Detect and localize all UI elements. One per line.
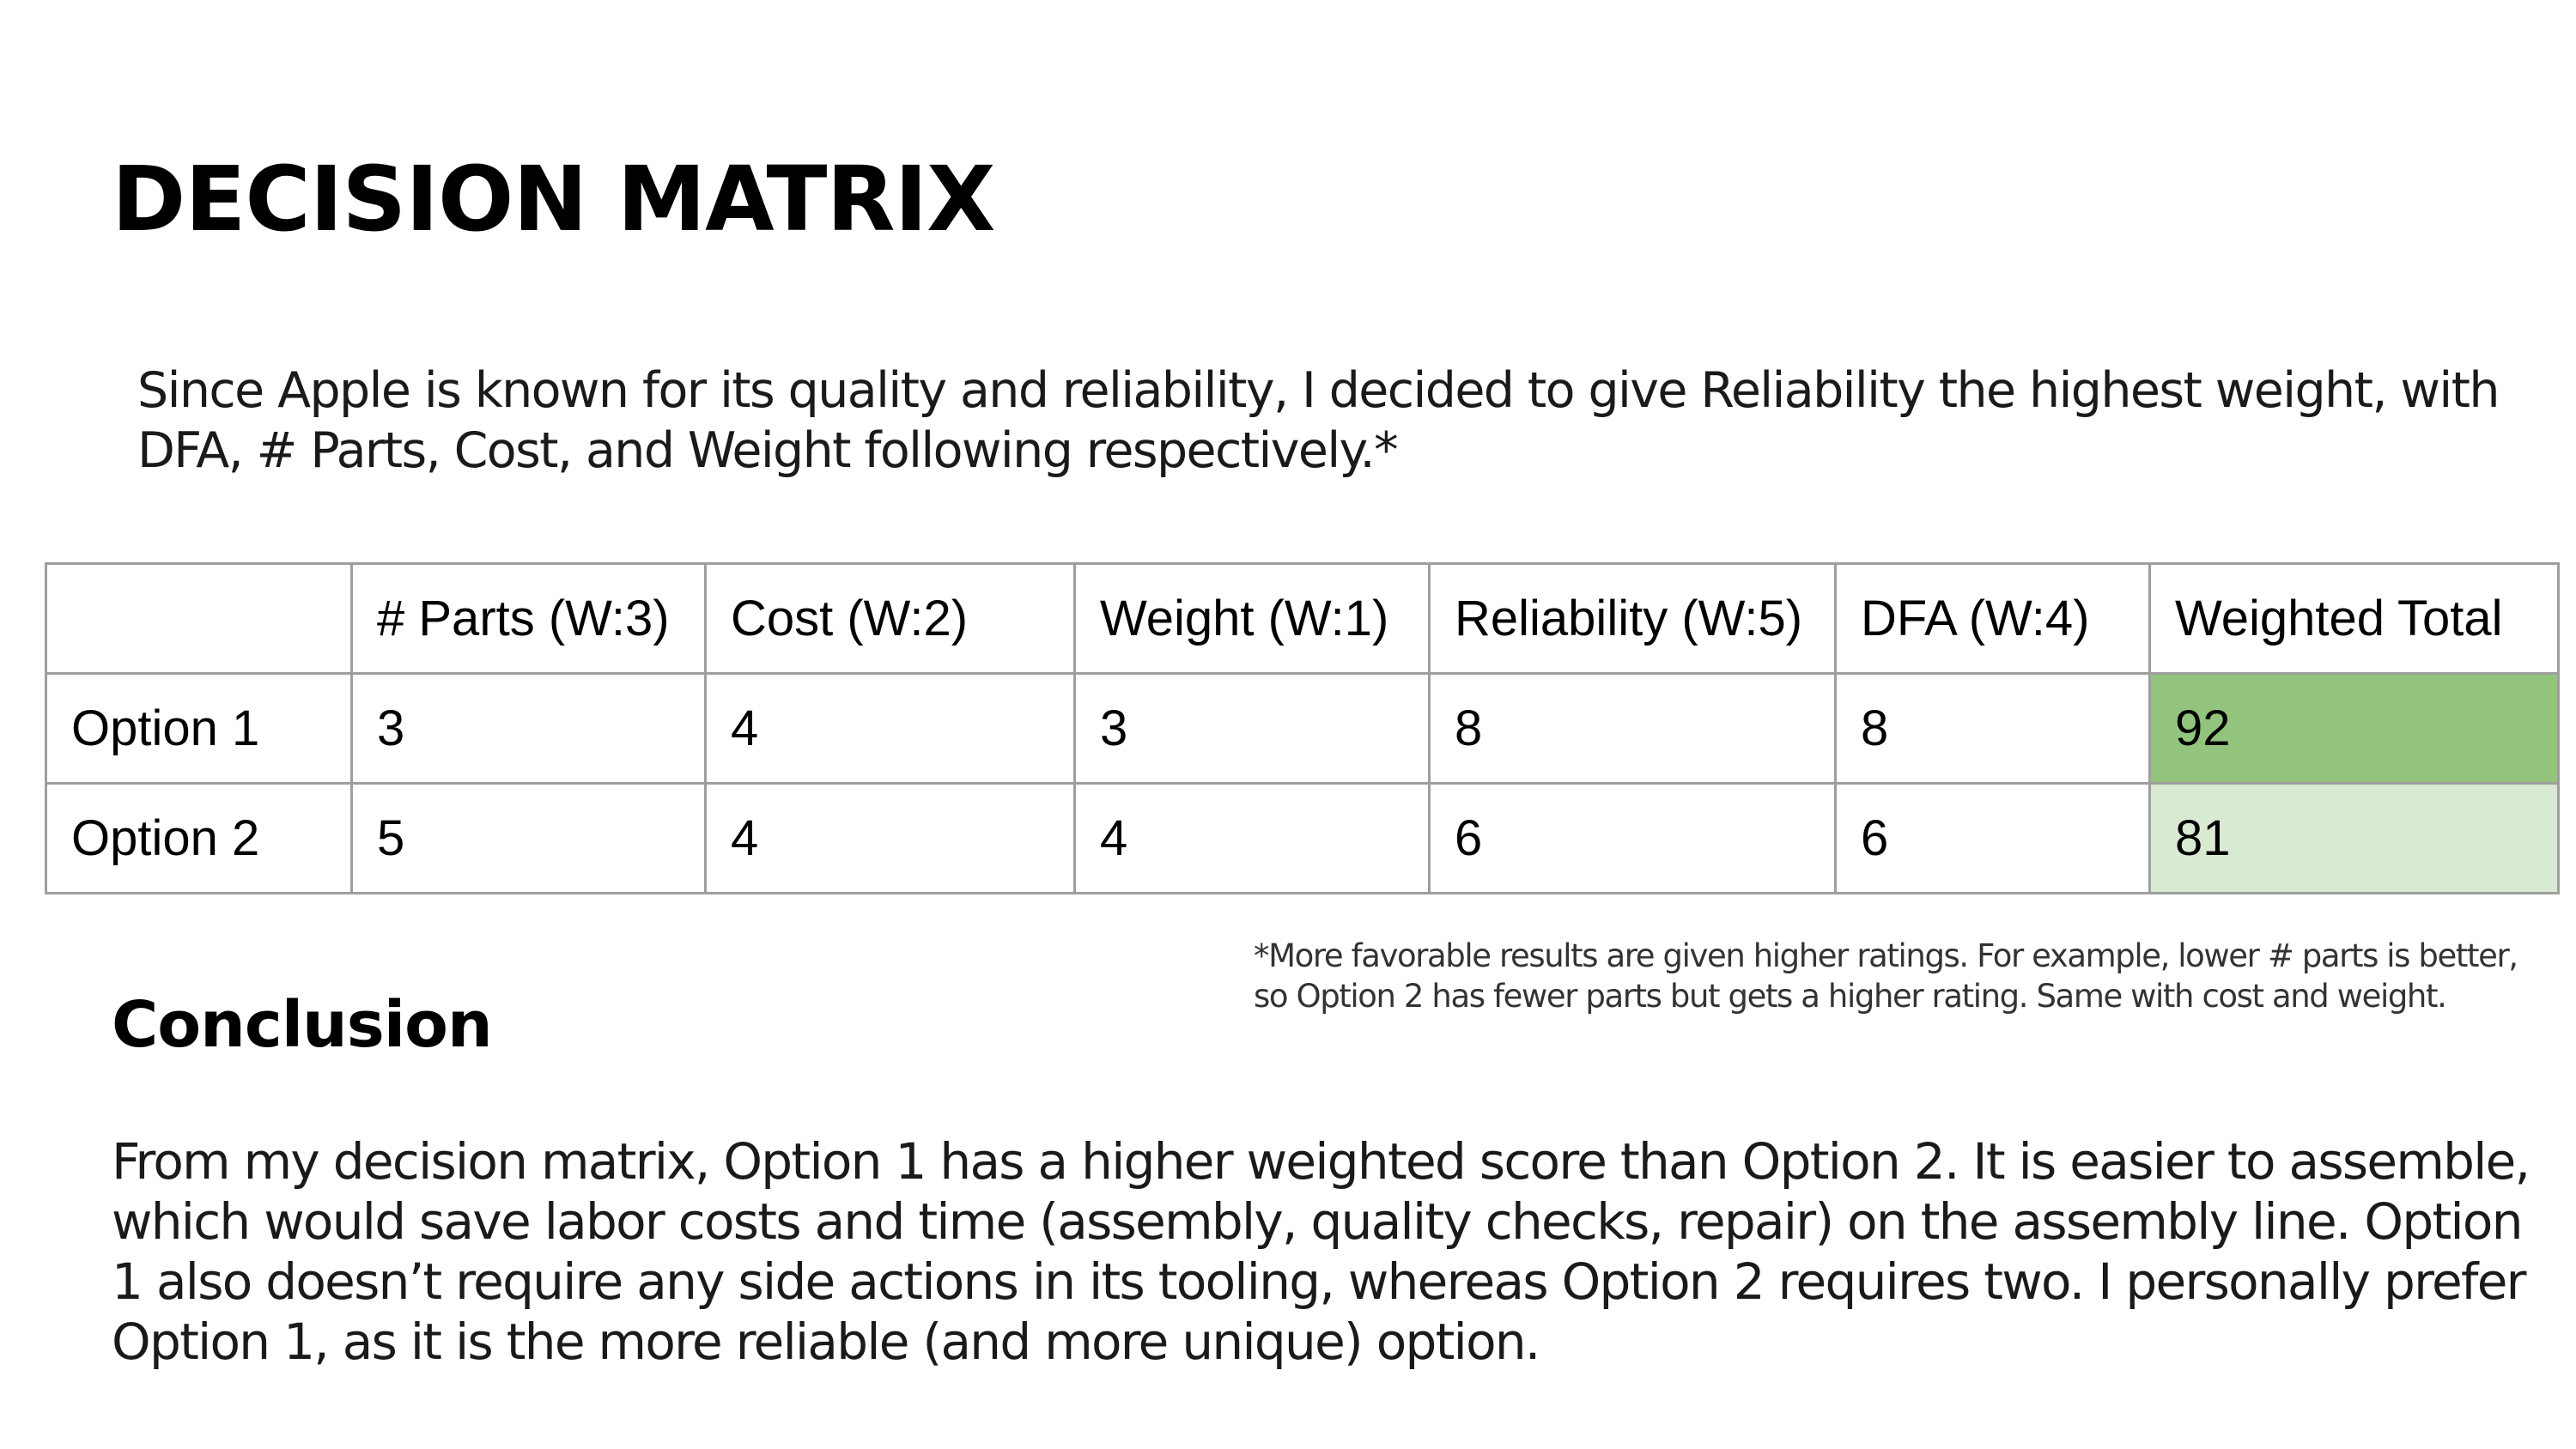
table-cell: 4 [1073, 782, 1431, 894]
table-cell: 8 [1834, 672, 2151, 785]
header-cell-blank [45, 562, 353, 675]
page-title: DECISION MATRIX [112, 147, 995, 252]
footnote: *More favorable results are given higher… [1254, 937, 2518, 1015]
row-label-option-1: Option 1 [45, 672, 353, 785]
table-cell: 6 [1834, 782, 2151, 894]
table-cell: 8 [1428, 672, 1837, 785]
header-cell-dfa: DFA (W:4) [1834, 562, 2151, 675]
intro-paragraph: Since Apple is known for its quality and… [137, 362, 2500, 479]
header-cell-weight: Weight (W:1) [1073, 562, 1431, 675]
decision-matrix-table: # Parts (W:3) Cost (W:2) Weight (W:1) Re… [45, 562, 2560, 894]
header-cell-reliability: Reliability (W:5) [1428, 562, 1837, 675]
table-cell: 4 [704, 672, 1076, 785]
table-row: Option 1 3 4 3 8 8 92 [45, 672, 2560, 785]
table-cell: 4 [704, 782, 1076, 894]
header-cell-cost: Cost (W:2) [704, 562, 1076, 675]
conclusion-heading: Conclusion [112, 988, 493, 1062]
row-label-option-2: Option 2 [45, 782, 353, 894]
weighted-total-option-1: 92 [2148, 672, 2560, 785]
header-cell-weighted-total: Weighted Total [2148, 562, 2560, 675]
table-header-row: # Parts (W:3) Cost (W:2) Weight (W:1) Re… [45, 562, 2560, 675]
table-cell: 3 [1073, 672, 1431, 785]
table-cell: 5 [350, 782, 707, 894]
header-cell-parts: # Parts (W:3) [350, 562, 707, 675]
table-row: Option 2 5 4 4 6 6 81 [45, 782, 2560, 894]
conclusion-paragraph: From my decision matrix, Option 1 has a … [112, 1132, 2530, 1371]
table-cell: 3 [350, 672, 707, 785]
table-cell: 6 [1428, 782, 1837, 894]
weighted-total-option-2: 81 [2148, 782, 2560, 894]
